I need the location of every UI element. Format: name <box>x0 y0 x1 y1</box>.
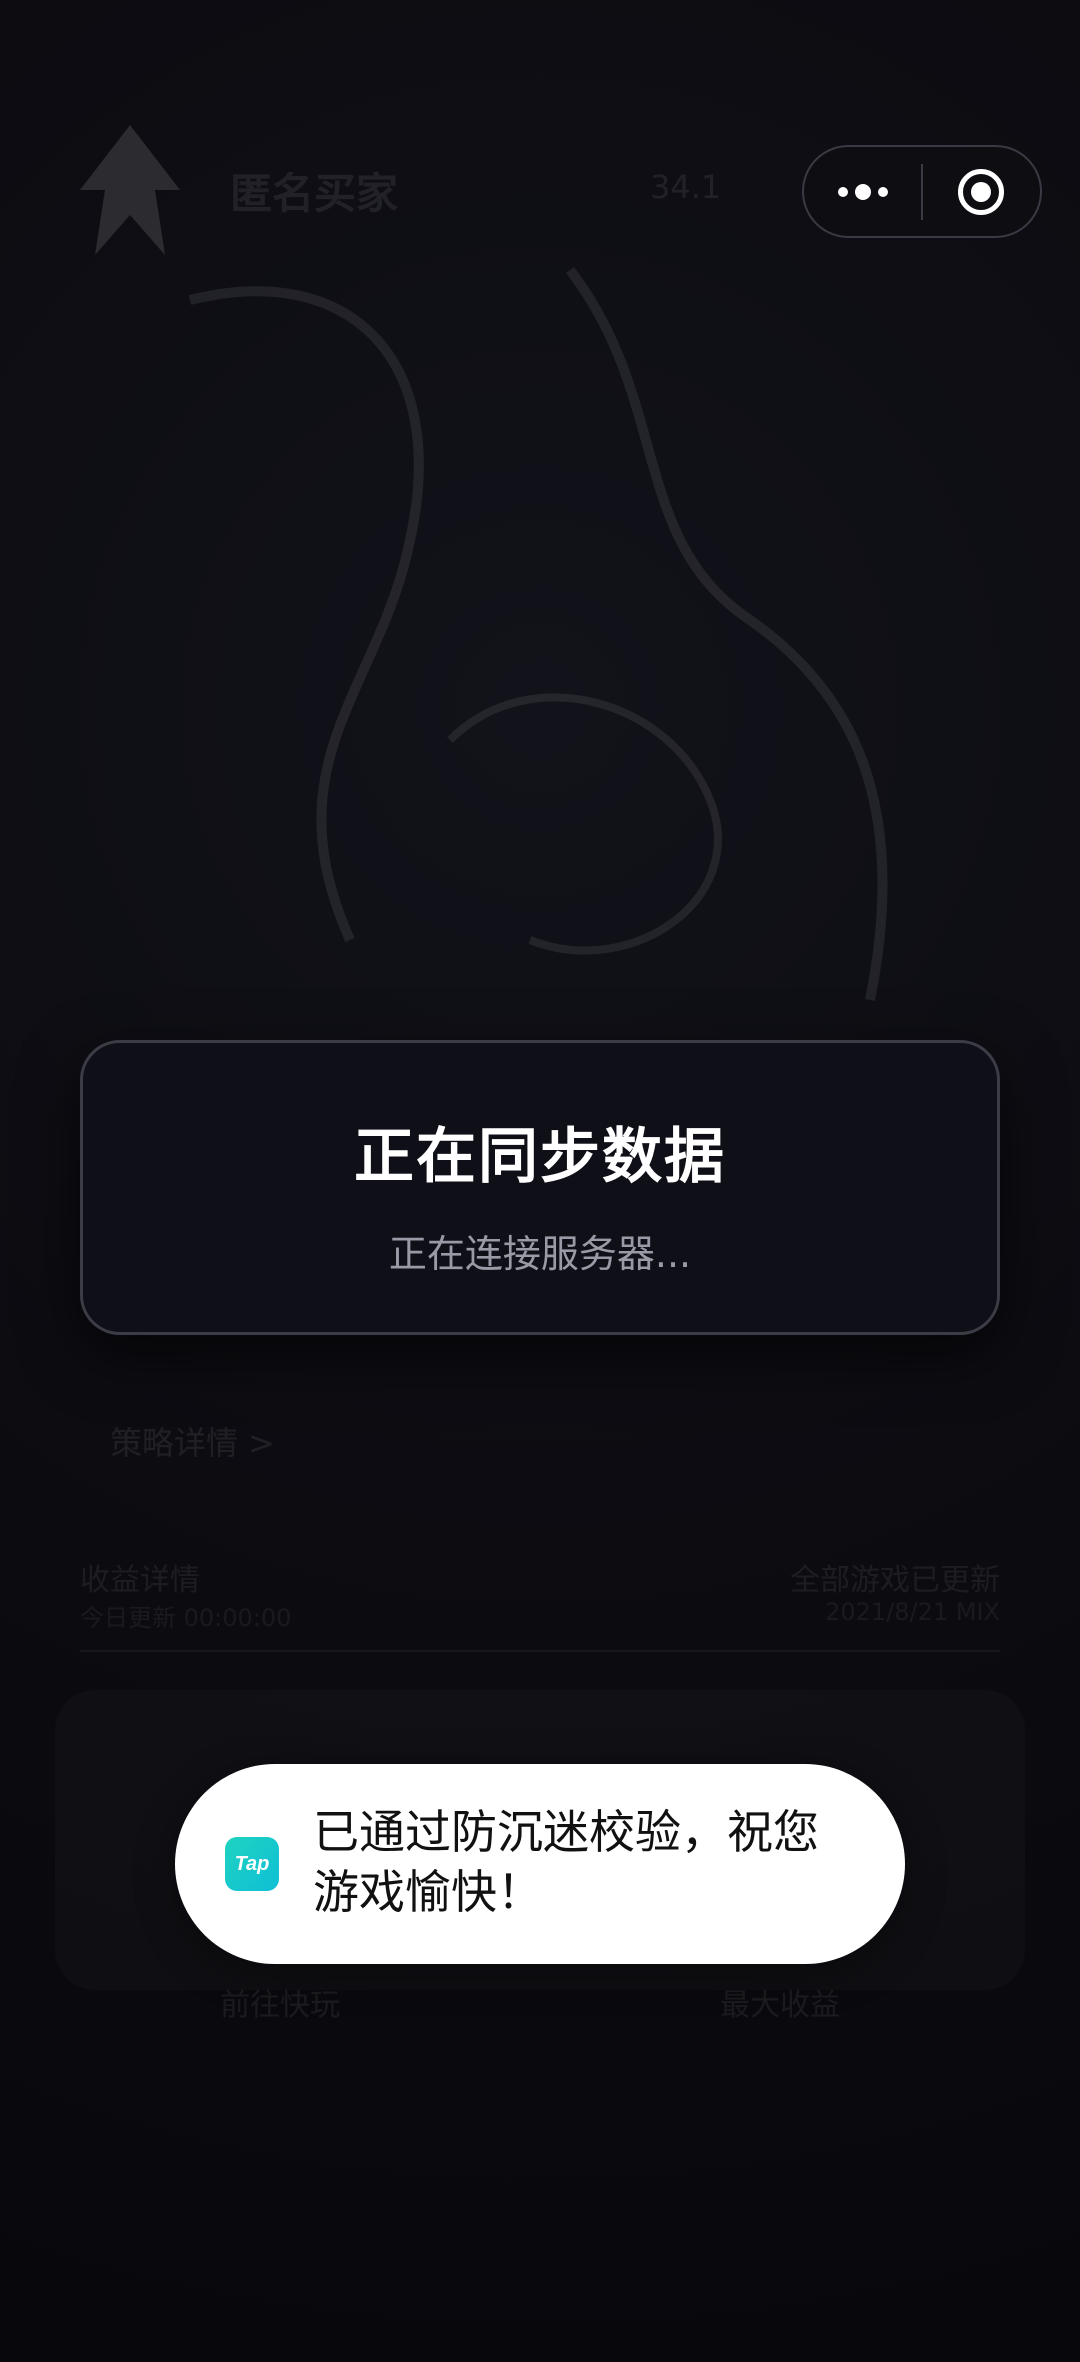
bg-row-right-title: 全部游戏已更新 <box>790 1563 1000 1598</box>
more-dots-icon <box>837 183 888 200</box>
anti-addiction-toast: Tap 已通过防沉迷校验，祝您游戏愉快！ <box>175 1764 905 1964</box>
miniprogram-capsule <box>802 145 1042 238</box>
sync-dialog: 正在同步数据 正在连接服务器... <box>80 1040 1000 1335</box>
bg-row-right-sub: 2021/8/21 MIX <box>825 1598 1000 1626</box>
target-close-icon <box>958 168 1005 215</box>
bg-divider <box>80 1650 1000 1652</box>
bg-artwork <box>188 266 888 1001</box>
sync-dialog-subtitle: 正在连接服务器... <box>388 1232 692 1276</box>
sync-dialog-title: 正在同步数据 <box>354 1122 726 1192</box>
bg-coin-balance: 34.1 <box>650 168 722 206</box>
taptap-logo-icon: Tap <box>225 1837 279 1891</box>
bg-card-left-label: 前往快玩 <box>220 1988 340 2023</box>
app-logo-icon <box>80 125 180 255</box>
bg-row-left-sub: 今日更新 00:00:00 <box>80 1604 292 1632</box>
more-button[interactable] <box>804 147 921 236</box>
bg-card-right-label: 最大收益 <box>720 1988 840 2023</box>
bg-strategy-link: 策略详情 > <box>110 1424 275 1462</box>
bg-row-left-title: 收益详情 <box>80 1563 200 1598</box>
toast-message: 已通过防沉迷校验，祝您游戏愉快！ <box>313 1805 819 1919</box>
bg-app-title: 匿名买家 <box>230 169 399 218</box>
screen: 匿名买家 34.1 策略详情 > 收益详情 今日更新 00:00:00 全部游戏… <box>0 0 1080 2362</box>
close-miniprogram-button[interactable] <box>923 147 1040 236</box>
